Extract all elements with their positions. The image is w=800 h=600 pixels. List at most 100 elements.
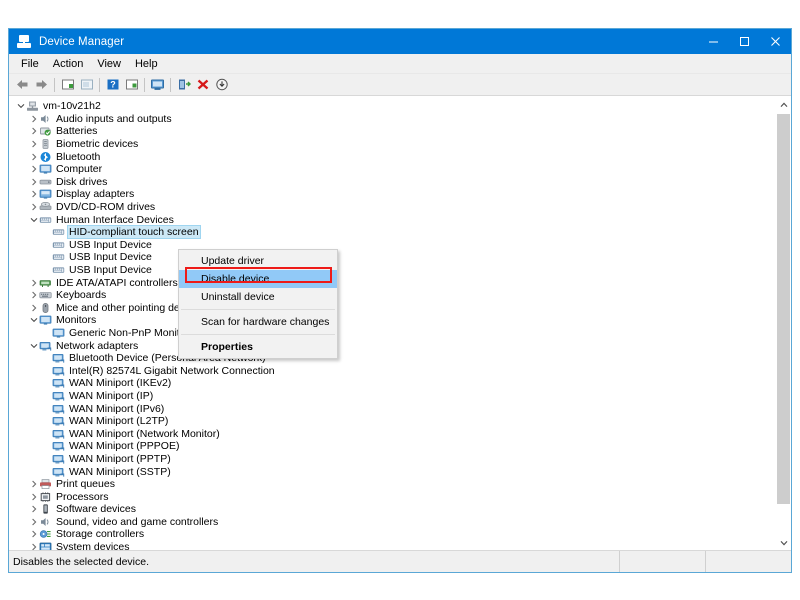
chevron-right-icon[interactable] <box>28 493 39 501</box>
disable-device-icon[interactable] <box>212 75 231 94</box>
tree-item-selected[interactable]: HID-compliant touch screen <box>9 225 775 240</box>
mouse-icon <box>39 302 52 314</box>
tree-item[interactable]: Batteries <box>9 125 775 138</box>
chevron-right-icon[interactable] <box>28 153 39 161</box>
tree-item[interactable]: Sound, video and game controllers <box>9 516 775 529</box>
chevron-right-icon[interactable] <box>28 291 39 299</box>
tree-item[interactable]: DVD/CD-ROM drives <box>9 201 775 214</box>
chevron-down-icon[interactable] <box>28 316 39 324</box>
back-icon[interactable] <box>13 75 32 94</box>
monitor-icon <box>39 163 52 175</box>
context-menu-item-scan-for-hardware-changes[interactable]: Scan for hardware changes <box>179 313 337 331</box>
tree-item[interactable]: Disk drives <box>9 176 775 189</box>
context-menu-separator <box>181 334 335 335</box>
chevron-right-icon[interactable] <box>28 190 39 198</box>
tree-item[interactable]: vm-10v21h2 <box>9 100 775 113</box>
tree-item[interactable]: System devices <box>9 541 775 550</box>
tree-item[interactable]: Network adapters <box>9 339 775 352</box>
chevron-right-icon[interactable] <box>28 279 39 287</box>
tree-item[interactable]: Audio inputs and outputs <box>9 113 775 126</box>
tree-item[interactable]: Bluetooth Device (Personal Area Network) <box>9 352 775 365</box>
chevron-down-icon[interactable] <box>15 102 26 110</box>
scrollbar-track[interactable] <box>776 112 791 535</box>
tree-item[interactable]: WAN Miniport (IKEv2) <box>9 377 775 390</box>
tree-item[interactable]: WAN Miniport (PPTP) <box>9 453 775 466</box>
tree-item[interactable]: Generic Non-PnP Monitor <box>9 327 775 340</box>
battery-icon <box>39 125 52 137</box>
chevron-right-icon[interactable] <box>28 505 39 513</box>
context-menu-item-uninstall-device[interactable]: Uninstall device <box>179 288 337 306</box>
chevron-down-icon[interactable] <box>28 342 39 350</box>
tree-item[interactable]: IDE ATA/ATAPI controllers <box>9 276 775 289</box>
tree-item[interactable]: WAN Miniport (PPPOE) <box>9 440 775 453</box>
menu-help[interactable]: Help <box>128 56 165 72</box>
tree-item[interactable]: WAN Miniport (IPv6) <box>9 402 775 415</box>
tree-item[interactable]: Monitors <box>9 314 775 327</box>
chevron-right-icon[interactable] <box>28 127 39 135</box>
print-icon[interactable] <box>77 75 96 94</box>
menu-file[interactable]: File <box>14 56 46 72</box>
tree-item[interactable]: Mice and other pointing devices <box>9 302 775 315</box>
maximize-button[interactable] <box>729 29 760 54</box>
context-menu[interactable]: Update driver Disable device Uninstall dev… <box>178 249 338 359</box>
tree-item[interactable]: Bluetooth <box>9 150 775 163</box>
biometric-icon <box>39 138 52 150</box>
tree-item[interactable]: Display adapters <box>9 188 775 201</box>
context-menu-item-label: Uninstall device <box>201 291 275 303</box>
chevron-right-icon[interactable] <box>28 543 39 550</box>
system-device-icon <box>39 541 52 550</box>
context-menu-item-disable-device[interactable]: Disable device <box>179 270 337 288</box>
tree-item[interactable]: USB Input Device <box>9 239 775 252</box>
chevron-right-icon[interactable] <box>28 140 39 148</box>
chevron-right-icon[interactable] <box>28 530 39 538</box>
tree-item[interactable]: Computer <box>9 163 775 176</box>
tree-item[interactable]: Keyboards <box>9 289 775 302</box>
device-manager-window: Device Manager File Action View Help ? v… <box>8 28 792 573</box>
tree-item[interactable]: WAN Miniport (IP) <box>9 390 775 403</box>
properties-icon[interactable] <box>122 75 141 94</box>
tree-item[interactable]: WAN Miniport (SSTP) <box>9 465 775 478</box>
menu-view[interactable]: View <box>90 56 128 72</box>
tree-item[interactable]: Biometric devices <box>9 138 775 151</box>
chevron-right-icon[interactable] <box>28 165 39 173</box>
chevron-right-icon[interactable] <box>28 115 39 123</box>
tree-item[interactable]: Intel(R) 82574L Gigabit Network Connecti… <box>9 364 775 377</box>
scrollbar-thumb[interactable] <box>777 114 790 504</box>
forward-icon[interactable] <box>32 75 51 94</box>
context-menu-item-properties[interactable]: Properties <box>179 338 337 356</box>
network-adapter-icon <box>52 466 65 478</box>
context-menu-item-update-driver[interactable]: Update driver <box>179 252 337 270</box>
tree-item[interactable]: Print queues <box>9 478 775 491</box>
minimize-button[interactable] <box>698 29 729 54</box>
tree-item-label: Disk drives <box>56 175 108 188</box>
tree-item[interactable]: Human Interface Devices <box>9 213 775 226</box>
tree-item-label: Human Interface Devices <box>56 213 174 226</box>
tree-item[interactable]: Processors <box>9 490 775 503</box>
tree-item[interactable]: Storage controllers <box>9 528 775 541</box>
show-hidden-icon[interactable] <box>58 75 77 94</box>
hid-icon <box>52 239 65 251</box>
tree-item[interactable]: USB Input Device <box>9 264 775 277</box>
chevron-right-icon[interactable] <box>28 178 39 186</box>
device-tree[interactable]: vm-10v21h2 Audio inputs and outputs Batter… <box>9 97 775 550</box>
network-adapter-icon <box>39 340 52 352</box>
chevron-right-icon[interactable] <box>28 304 39 312</box>
chevron-right-icon[interactable] <box>28 203 39 211</box>
scroll-down-arrow[interactable] <box>776 535 791 550</box>
chevron-right-icon[interactable] <box>28 480 39 488</box>
uninstall-device-icon[interactable] <box>193 75 212 94</box>
tree-item[interactable]: Software devices <box>9 503 775 516</box>
update-driver-icon[interactable] <box>174 75 193 94</box>
chevron-down-icon[interactable] <box>28 216 39 224</box>
status-bar: Disables the selected device. <box>9 550 791 572</box>
tree-item[interactable]: WAN Miniport (L2TP) <box>9 415 775 428</box>
tree-item[interactable]: WAN Miniport (Network Monitor) <box>9 427 775 440</box>
close-button[interactable] <box>760 29 791 54</box>
vertical-scrollbar[interactable] <box>775 97 791 550</box>
tree-item[interactable]: USB Input Device <box>9 251 775 264</box>
help-icon[interactable]: ? <box>103 75 122 94</box>
menu-action[interactable]: Action <box>46 56 91 72</box>
scroll-up-arrow[interactable] <box>776 97 791 112</box>
scan-hardware-icon[interactable] <box>148 75 167 94</box>
chevron-right-icon[interactable] <box>28 518 39 526</box>
